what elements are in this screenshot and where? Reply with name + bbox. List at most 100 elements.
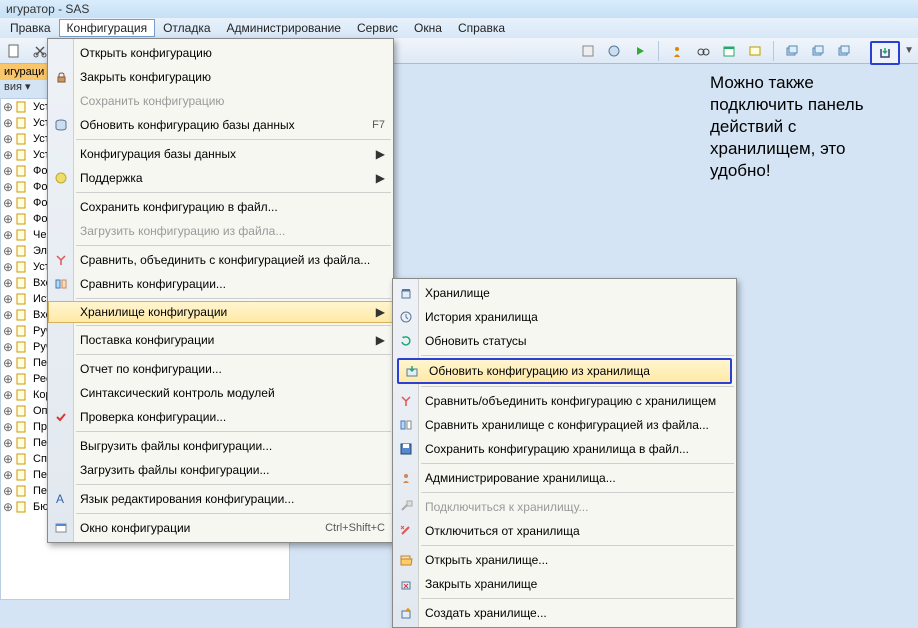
menu-item-label: Сохранить конфигурацию в файл... (80, 200, 385, 214)
submenu-item: Подключиться к хранилищу... (393, 495, 736, 519)
menubar-item[interactable]: Конфигурация (59, 19, 156, 37)
submenu-item-label: Администрирование хранилища... (425, 471, 728, 485)
doc-icon (15, 388, 29, 402)
menu-item-label: Загрузить файлы конфигурации... (80, 463, 385, 477)
menubar-item[interactable]: Окна (406, 19, 450, 37)
submenu-item[interactable]: Закрыть хранилище (393, 572, 736, 596)
submenu-item[interactable]: Обновить статусы (393, 329, 736, 353)
submenu-item[interactable]: Сравнить/объединить конфигурацию с храни… (393, 389, 736, 413)
doc-icon (15, 228, 29, 242)
menubar-item[interactable]: Администрирование (219, 19, 349, 37)
tool-icon[interactable] (604, 41, 624, 61)
menu-item[interactable]: Поддержка ▶ (48, 166, 393, 190)
submenu-item[interactable]: Открыть хранилище... (393, 548, 736, 572)
submenu-item[interactable]: Сохранить конфигурацию хранилища в файл.… (393, 437, 736, 461)
panel-sub[interactable]: вия ▾ (0, 80, 31, 93)
menu-item[interactable]: Поставка конфигурации ▶ (48, 328, 393, 352)
menu-item[interactable]: Хранилище конфигурации▶ (48, 301, 393, 323)
submenu-item-label: Хранилище (425, 286, 728, 300)
menu-item-label: Открыть конфигурацию (80, 46, 385, 60)
annotation-text: Можно также подключить панель действий с… (710, 72, 906, 182)
doc-icon (15, 420, 29, 434)
menu-item-label: Поддержка (80, 171, 370, 185)
submenu-item-label: Открыть хранилище... (425, 553, 728, 567)
doc-icon[interactable] (4, 41, 24, 61)
menu-item[interactable]: Отчет по конфигурации... (48, 357, 393, 381)
submenu-item[interactable]: Администрирование хранилища... (393, 466, 736, 490)
menu-item-label: Язык редактирования конфигурации... (80, 492, 385, 506)
menu-item-label: Поставка конфигурации (80, 333, 370, 347)
menu-item[interactable]: Выгрузить файлы конфигурации... (48, 434, 393, 458)
menu-item-label: Хранилище конфигурации (80, 305, 370, 319)
submenu-item[interactable]: Обновить конфигурацию из хранилища (399, 360, 730, 382)
person-icon[interactable] (667, 41, 687, 61)
conn-icon (398, 499, 414, 515)
submenu-item-label: Сохранить конфигурацию хранилища в файл.… (425, 442, 728, 456)
menu-item[interactable]: Синтаксический контроль модулей (48, 381, 393, 405)
compare2-icon (398, 417, 414, 433)
menu-item-label: Окно конфигурации (80, 521, 325, 535)
menu-item[interactable]: Открыть конфигурацию (48, 41, 393, 65)
menu-item-label: Синтаксический контроль модулей (80, 386, 385, 400)
doc-icon (15, 196, 29, 210)
doc-icon (15, 212, 29, 226)
refresh-icon (398, 333, 414, 349)
submenu-item[interactable]: Отключиться от хранилища (393, 519, 736, 543)
update-icon (404, 363, 420, 379)
doc-icon (15, 100, 29, 114)
menu-item[interactable]: Конфигурация базы данных ▶ (48, 142, 393, 166)
doc-icon (15, 180, 29, 194)
storage-toolbar-button[interactable] (870, 41, 900, 65)
doc-icon (15, 148, 29, 162)
merge-icon (53, 252, 69, 268)
lang-icon: A (53, 491, 69, 507)
submenu-item[interactable]: Сравнить хранилище с конфигурацией из фа… (393, 413, 736, 437)
doc-icon (15, 356, 29, 370)
menu-item[interactable]: Загрузить файлы конфигурации... (48, 458, 393, 482)
tool-icon[interactable] (578, 41, 598, 61)
chevron-right-icon: ▶ (376, 171, 385, 185)
menu-item[interactable]: Сравнить конфигурации... (48, 272, 393, 296)
doc-icon (15, 404, 29, 418)
calendar-icon[interactable] (719, 41, 739, 61)
doc-icon (15, 308, 29, 322)
window-icon[interactable] (745, 41, 765, 61)
support-icon (53, 170, 69, 186)
doc-icon (15, 260, 29, 274)
submenu-item[interactable]: Хранилище (393, 281, 736, 305)
menu-item[interactable]: Закрыть конфигурацию (48, 65, 393, 89)
submenu-item[interactable]: История хранилища (393, 305, 736, 329)
menubar-item[interactable]: Правка (2, 19, 59, 37)
submenu-item-label: Сравнить хранилище с конфигурацией из фа… (425, 418, 728, 432)
db-icon (53, 117, 69, 133)
doc-icon (15, 340, 29, 354)
menu-item-label: Сравнить конфигурации... (80, 277, 385, 291)
menu-item[interactable]: Проверка конфигурации... (48, 405, 393, 429)
doc-icon (15, 164, 29, 178)
doc-icon (15, 292, 29, 306)
run-icon[interactable] (630, 41, 650, 61)
menubar-item[interactable]: Сервис (349, 19, 406, 37)
binoc-icon[interactable] (693, 41, 713, 61)
submenu-item-label: Закрыть хранилище (425, 577, 728, 591)
menu-item[interactable]: Сохранить конфигурацию в файл... (48, 195, 393, 219)
menubar-item[interactable]: Справка (450, 19, 513, 37)
stack-icon[interactable] (808, 41, 828, 61)
menu-item-label: Конфигурация базы данных (80, 147, 370, 161)
menu-item[interactable]: Сравнить, объединить с конфигурацией из … (48, 248, 393, 272)
chevron-right-icon: ▶ (376, 147, 385, 161)
menu-item[interactable]: Обновить конфигурацию базы данныхF7 (48, 113, 393, 137)
menubar-item[interactable]: Отладка (155, 19, 218, 37)
submenu-item[interactable]: Создать хранилище... (393, 601, 736, 625)
submenu-item-label: Сравнить/объединить конфигурацию с храни… (425, 394, 728, 408)
menu-item: Сохранить конфигурацию (48, 89, 393, 113)
save-icon (398, 441, 414, 457)
menu-item[interactable]: Окно конфигурацииCtrl+Shift+C (48, 516, 393, 540)
stack-icon[interactable] (782, 41, 802, 61)
stack-icon[interactable] (834, 41, 854, 61)
menu-item[interactable]: A Язык редактирования конфигурации... (48, 487, 393, 511)
menu-item-label: Сохранить конфигурацию (80, 94, 385, 108)
win-icon (53, 520, 69, 536)
window-title: игуратор - SAS (6, 2, 89, 16)
chevron-right-icon: ▶ (376, 333, 385, 347)
